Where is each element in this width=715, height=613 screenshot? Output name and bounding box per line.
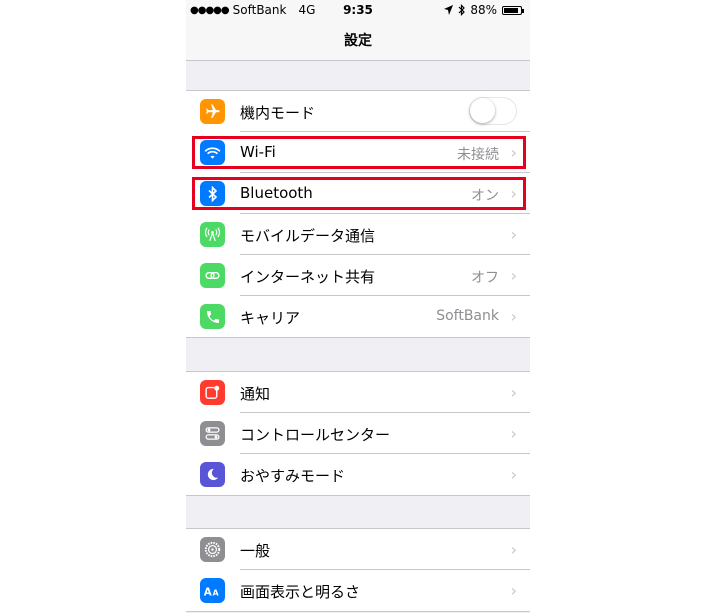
row-label: 画面表示と明るさ <box>240 583 361 601</box>
moon-icon <box>200 462 225 487</box>
settings-row-mobile-data[interactable]: モバイルデータ通信 › <box>186 214 530 255</box>
hotspot-link-icon <box>200 263 225 288</box>
settings-screen: ●●●●● SoftBank 4G 9:35 88% 設定 機内モード Wi-F… <box>186 0 530 613</box>
row-label: 一般 <box>240 542 271 560</box>
status-bar: ●●●●● SoftBank 4G 9:35 88% <box>186 0 530 20</box>
row-label: コントロールセンター <box>240 426 391 444</box>
settings-group-connectivity: 機内モード Wi-Fi 未接続 › Bluetooth オン › モバイルデータ… <box>186 90 530 338</box>
bluetooth-status-icon <box>458 4 466 16</box>
airplane-mode-toggle[interactable] <box>469 97 517 125</box>
svg-text:A: A <box>204 586 212 598</box>
cellular-antenna-icon <box>200 222 225 247</box>
chevron-right-icon: › <box>510 581 517 600</box>
battery-icon <box>502 5 524 15</box>
row-label: 通知 <box>240 385 271 403</box>
chevron-right-icon: › <box>510 307 517 326</box>
chevron-right-icon: › <box>510 465 517 484</box>
phone-icon <box>200 304 225 329</box>
row-value: オフ <box>471 270 499 286</box>
page-title: 設定 <box>344 33 372 49</box>
settings-row-carrier[interactable]: キャリア SoftBank › <box>186 296 530 337</box>
chevron-right-icon: › <box>510 424 517 443</box>
location-arrow-icon <box>444 5 454 15</box>
airplane-icon <box>200 99 225 124</box>
row-value: SoftBank <box>436 308 499 324</box>
settings-row-personal-hotspot[interactable]: インターネット共有 オフ › <box>186 255 530 296</box>
notifications-icon <box>200 380 225 405</box>
settings-row-notifications[interactable]: 通知 › <box>186 372 530 413</box>
settings-row-do-not-disturb[interactable]: おやすみモード › <box>186 454 530 495</box>
row-label: キャリア <box>240 309 301 327</box>
settings-row-general[interactable]: 一般 › <box>186 529 530 570</box>
row-label: 機内モード <box>240 104 316 122</box>
settings-group-notifications: 通知 › コントロールセンター › おやすみモード › <box>186 371 530 496</box>
chevron-right-icon: › <box>510 266 517 285</box>
navigation-bar: 設定 <box>186 20 530 61</box>
settings-row-control-center[interactable]: コントロールセンター › <box>186 413 530 454</box>
chevron-right-icon: › <box>510 225 517 244</box>
control-center-icon <box>200 421 225 446</box>
svg-text:A: A <box>213 588 220 597</box>
chevron-right-icon: › <box>510 383 517 402</box>
settings-row-airplane-mode: 機内モード <box>186 91 530 132</box>
row-label: インターネット共有 <box>240 268 376 286</box>
settings-row-display-brightness[interactable]: AA 画面表示と明るさ › <box>186 570 530 611</box>
row-label: モバイルデータ通信 <box>240 227 376 245</box>
battery-percent: 88% <box>470 3 497 17</box>
display-brightness-icon: AA <box>200 578 225 603</box>
settings-group-general: 一般 › AA 画面表示と明るさ › <box>186 528 530 612</box>
highlight-box-wifi <box>192 136 526 169</box>
highlight-box-bluetooth <box>192 177 526 210</box>
row-label: おやすみモード <box>240 467 346 485</box>
chevron-right-icon: › <box>510 540 517 559</box>
gear-icon <box>200 537 225 562</box>
